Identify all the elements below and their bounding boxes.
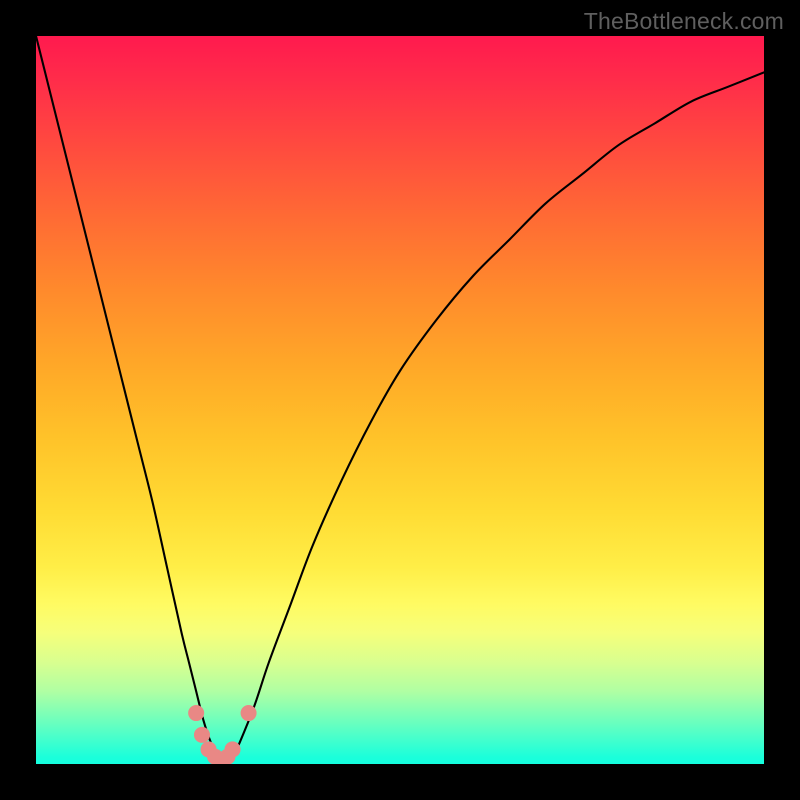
curve-layer [36, 36, 764, 764]
curve-marker [188, 705, 204, 721]
plot-area [36, 36, 764, 764]
chart-frame: TheBottleneck.com [0, 0, 800, 800]
curve-markers [188, 705, 256, 764]
curve-marker [194, 727, 210, 743]
bottleneck-curve [36, 36, 764, 764]
watermark-label: TheBottleneck.com [584, 8, 784, 35]
curve-marker [225, 741, 241, 757]
curve-marker [241, 705, 257, 721]
